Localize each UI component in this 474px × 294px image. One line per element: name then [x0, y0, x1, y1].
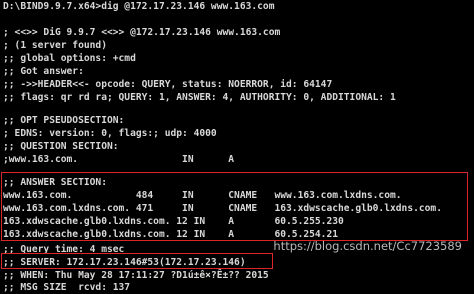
- answer-section-highlight: [1, 172, 468, 241]
- dig-version-line: ; <<>> DiG 9.9.7 <<>> @172.17.23.146 www…: [3, 27, 281, 38]
- question-section-line: ;; QUESTION SECTION:: [3, 141, 119, 152]
- global-options-line: ;; global options: +cmd: [3, 53, 136, 64]
- msg-size-line: ;; MSG SIZE rcvd: 137: [3, 282, 131, 293]
- got-answer-line: ;; Got answer:: [3, 66, 84, 77]
- csdn-watermark: https://blog.csdn.net/Cc7723589: [273, 239, 462, 253]
- edns-line: ; EDNS: version: 0, flags:; udp: 4000: [3, 128, 217, 139]
- opt-pseudosection-line: ;; OPT PSEUDOSECTION:: [3, 115, 125, 126]
- question-record-line: ;www.163.com. IN A: [3, 154, 235, 165]
- server-found-line: ; (1 server found): [3, 40, 107, 51]
- terminal-window[interactable]: D:\BIND9.9.7.x64>dig @172.17.23.146 www.…: [0, 0, 474, 293]
- command-line: D:\BIND9.9.7.x64>dig @172.17.23.146 www.…: [3, 1, 275, 12]
- header-line: ;; ->>HEADER<<- opcode: QUERY, status: N…: [3, 79, 333, 90]
- server-highlight: [1, 253, 273, 269]
- flags-line: ;; flags: qr rd ra; QUERY: 1, ANSWER: 4,…: [3, 92, 396, 103]
